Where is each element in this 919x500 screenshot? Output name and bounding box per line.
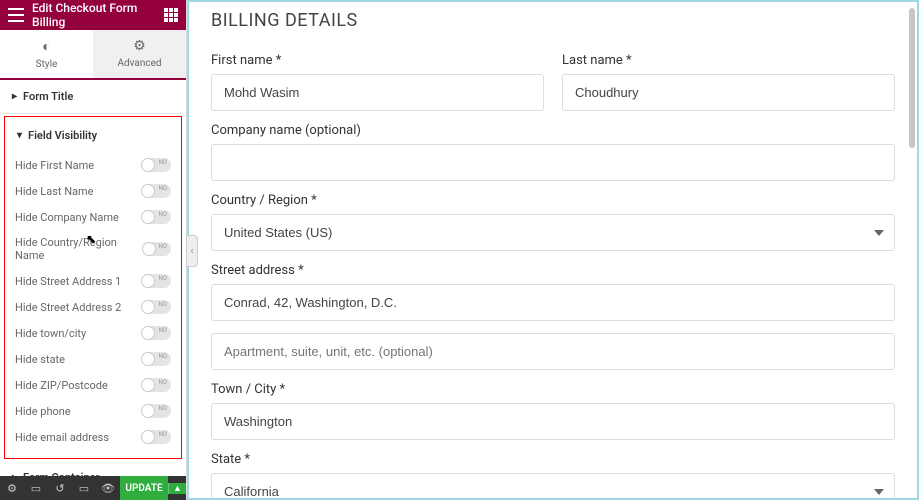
company-field[interactable] <box>211 144 895 181</box>
toggle-row: Hide Last NameNO <box>5 178 181 204</box>
toggle-row: Hide phoneNO <box>5 398 181 424</box>
section-form-container[interactable]: ▸Form Container <box>0 461 186 476</box>
toggle-switch[interactable]: NO <box>141 158 171 172</box>
state-label: State * <box>211 452 895 467</box>
street-label: Street address * <box>211 263 895 278</box>
toggle-switch[interactable]: NO <box>141 352 171 366</box>
panel-header: Edit Checkout Form Billing <box>0 0 186 30</box>
update-options-button[interactable]: ▲ <box>168 483 186 494</box>
apps-icon[interactable] <box>164 8 178 22</box>
contrast-icon: ◐ <box>0 38 93 55</box>
navigator-icon[interactable]: ▭ <box>24 482 48 495</box>
street-address-2-field[interactable] <box>211 333 895 370</box>
highlight-box: ▾Field Visibility Hide First NameNO Hide… <box>4 116 182 459</box>
country-select[interactable]: United States (US) <box>211 214 895 251</box>
billing-heading: BILLING DETAILS <box>211 10 895 31</box>
toggle-list: Hide First NameNO Hide Last NameNO Hide … <box>5 152 181 450</box>
toggle-switch[interactable]: NO <box>141 404 171 418</box>
section-form-title[interactable]: ▸Form Title <box>0 80 186 114</box>
toggle-switch[interactable]: NO <box>141 184 171 198</box>
company-label: Company name (optional) <box>211 123 895 138</box>
preview-area: BILLING DETAILS First name * Last name *… <box>187 0 919 500</box>
preview-icon[interactable]: 👁 <box>96 482 120 495</box>
country-label: Country / Region * <box>211 193 895 208</box>
state-select[interactable]: California <box>211 473 895 500</box>
panel-tabs: ◐Style ⚙Advanced <box>0 30 186 80</box>
toggle-switch[interactable]: NO <box>141 326 171 340</box>
first-name-field[interactable] <box>211 74 544 111</box>
collapse-panel-handle[interactable]: ‹ <box>186 235 198 267</box>
section-field-visibility[interactable]: ▾Field Visibility <box>5 119 181 152</box>
hamburger-icon[interactable] <box>8 8 24 22</box>
settings-icon[interactable]: ⚙ <box>0 482 24 495</box>
toggle-row: Hide ZIP/PostcodeNO <box>5 372 181 398</box>
panel-title: Edit Checkout Form Billing <box>32 1 164 29</box>
toggle-row: Hide Street Address 1NO <box>5 268 181 294</box>
street-address-1-field[interactable] <box>211 284 895 321</box>
toggle-switch[interactable]: NO <box>141 210 171 224</box>
toggle-switch[interactable]: NO <box>141 300 171 314</box>
scrollbar-thumb[interactable] <box>909 8 915 148</box>
toggle-row: Hide Street Address 2NO <box>5 294 181 320</box>
responsive-icon[interactable]: ▭ <box>72 482 96 495</box>
chevron-right-icon: ▸ <box>12 91 17 102</box>
city-label: Town / City * <box>211 382 895 397</box>
toggle-switch[interactable]: NO <box>142 242 171 256</box>
toggle-switch[interactable]: NO <box>141 274 171 288</box>
history-icon[interactable]: ↺ <box>48 482 72 495</box>
toggle-row: Hide Country/Region NameNO <box>5 230 181 268</box>
toggle-row: Hide stateNO <box>5 346 181 372</box>
toggle-row: Hide Company NameNO <box>5 204 181 230</box>
toggle-row: Hide email addressNO <box>5 424 181 450</box>
toggle-switch[interactable]: NO <box>141 378 171 392</box>
tab-style[interactable]: ◐Style <box>0 30 93 78</box>
first-name-label: First name * <box>211 53 544 68</box>
last-name-label: Last name * <box>562 53 895 68</box>
toggle-row: Hide town/cityNO <box>5 320 181 346</box>
toggle-row: Hide First NameNO <box>5 152 181 178</box>
city-field[interactable] <box>211 403 895 440</box>
chevron-down-icon: ▾ <box>17 130 22 141</box>
update-button[interactable]: UPDATE <box>120 476 168 500</box>
gear-icon: ⚙ <box>93 38 186 54</box>
last-name-field[interactable] <box>562 74 895 111</box>
panel-footer: ⚙ ▭ ↺ ▭ 👁 UPDATE ▲ <box>0 476 186 500</box>
toggle-switch[interactable]: NO <box>141 430 171 444</box>
tab-advanced[interactable]: ⚙Advanced <box>93 30 186 78</box>
